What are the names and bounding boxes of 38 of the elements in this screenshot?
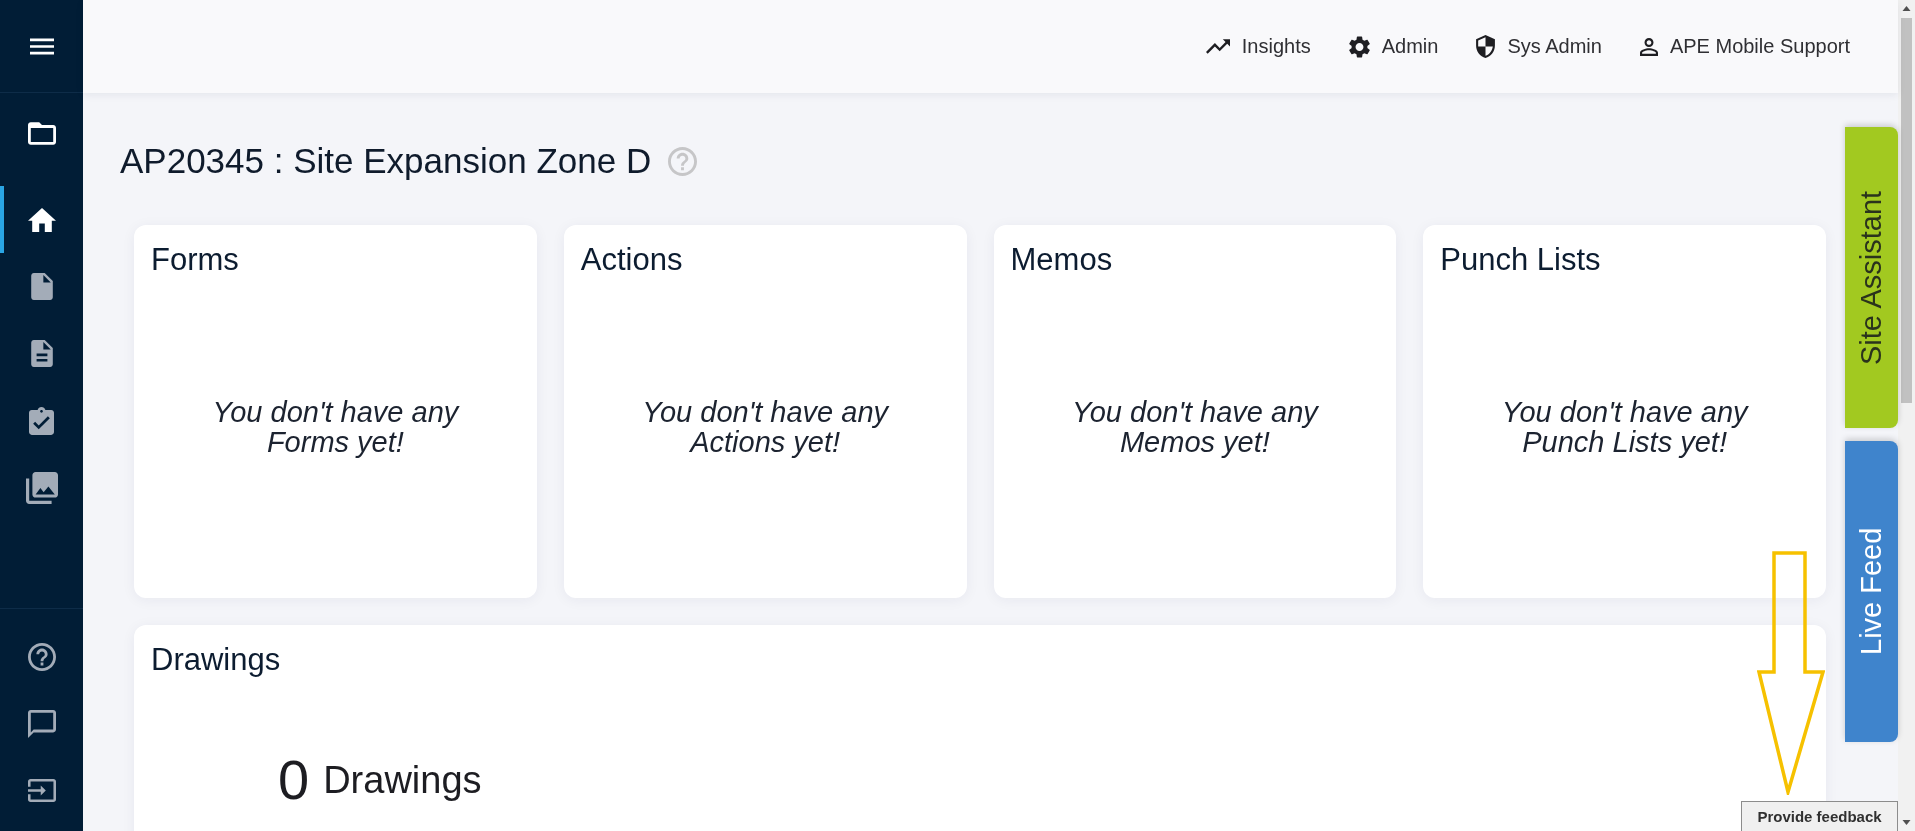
empty-state-message: You don't have any Punch Lists yet! — [1500, 397, 1750, 457]
scrollbar-thumb[interactable] — [1901, 18, 1912, 403]
settings-icon — [1348, 35, 1370, 58]
home-icon — [27, 207, 56, 232]
person-icon — [1639, 37, 1658, 56]
scroll-down-icon[interactable] — [1902, 820, 1911, 825]
folder-icon — [27, 121, 56, 145]
scroll-up-icon[interactable] — [1902, 6, 1911, 11]
empty-state-message: You don't have any Actions yet! — [641, 397, 891, 457]
clipboard-check-icon — [29, 406, 54, 435]
side-panel-tab[interactable]: Site Assistant — [1845, 127, 1898, 428]
card-title: Drawings — [150, 641, 282, 678]
drawings-count-label: Drawings — [323, 758, 482, 802]
chat-bubble-icon — [27, 709, 56, 738]
empty-state-message: You don't have any Memos yet! — [1070, 397, 1320, 457]
help-icon — [27, 642, 56, 671]
feedback-button[interactable]: Provide feedback — [1741, 801, 1898, 831]
page-title: AP20345 : Site Expansion Zone D — [120, 140, 652, 182]
card-title: Actions — [579, 241, 684, 278]
scrollbar[interactable] — [1898, 0, 1915, 831]
top-nav-link[interactable]: Sys Admin — [1476, 35, 1602, 58]
top-nav-link[interactable]: APE Mobile Support — [1639, 35, 1850, 58]
empty-state-message: You don't have any Forms yet! — [211, 397, 461, 457]
top-nav-link[interactable]: Insights — [1205, 35, 1311, 58]
trending-up-icon — [1205, 39, 1230, 54]
side-panel-tab[interactable]: Live Feed — [1845, 441, 1898, 742]
card-title: Forms — [150, 241, 240, 278]
card-title: Punch Lists — [1439, 241, 1602, 278]
card-title: Memos — [1009, 241, 1114, 278]
shield-icon — [1476, 35, 1496, 58]
document-icon — [30, 340, 53, 367]
sign-out-icon — [27, 779, 56, 802]
menu-icon — [29, 37, 54, 55]
top-nav-link[interactable]: Admin — [1348, 35, 1439, 58]
help-icon — [668, 146, 698, 176]
photo-library-icon — [25, 471, 58, 504]
file-icon — [30, 273, 53, 300]
drawings-count: 0 — [278, 750, 310, 810]
